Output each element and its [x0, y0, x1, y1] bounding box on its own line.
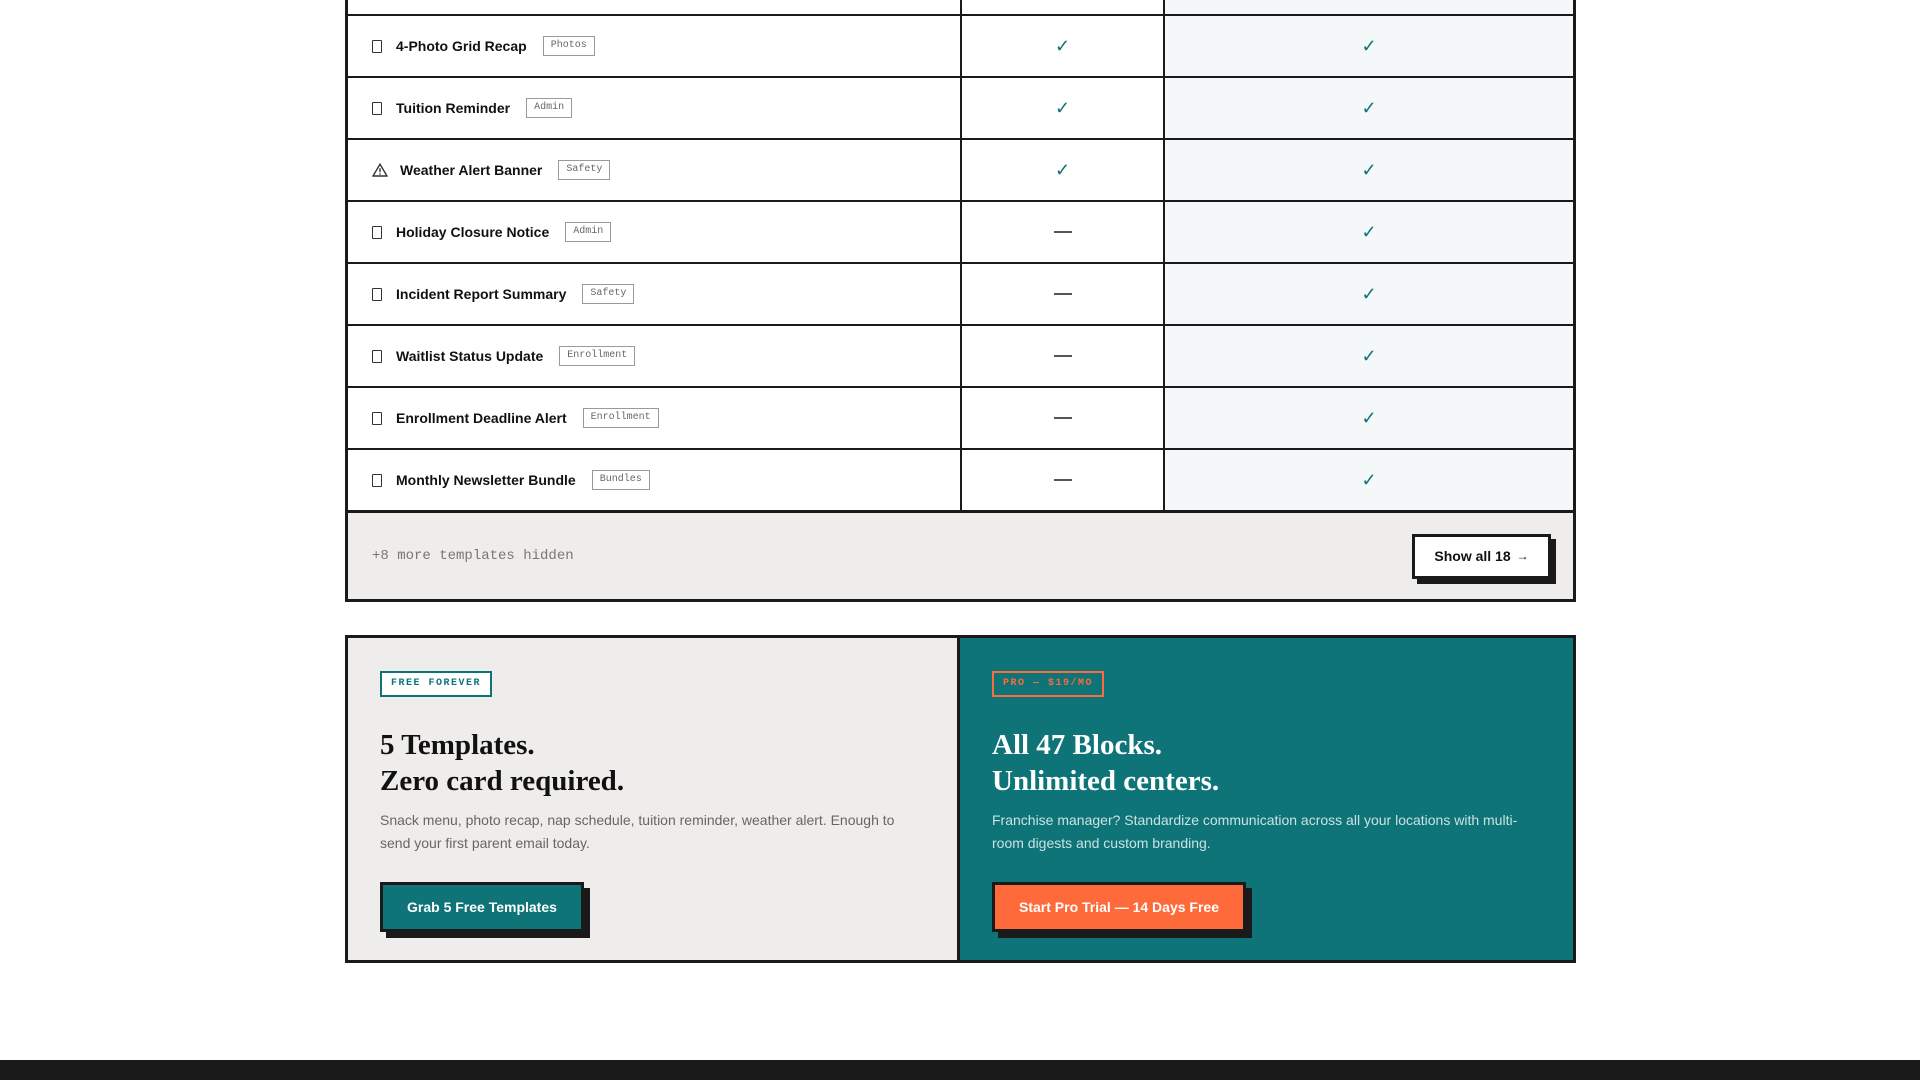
- name-cell: 4-Photo Grid Recap Photos: [348, 16, 962, 76]
- check-icon: ✓: [1361, 408, 1377, 428]
- table-row: Weather Alert Banner Safety ✓ ✓: [348, 140, 1573, 202]
- pro-plan-cell: [1165, 0, 1573, 14]
- start-pro-trial-button[interactable]: Start Pro Trial — 14 Days Free: [992, 882, 1246, 932]
- pro-plan-badge: PRO — $19/MO: [992, 671, 1105, 697]
- pro-plan-heading-line1: All 47 Blocks.: [992, 729, 1162, 761]
- category-tag: Admin: [565, 222, 612, 242]
- dash-icon: [1053, 231, 1072, 233]
- table-row: Incident Report Summary Safety ✓: [348, 264, 1573, 326]
- grab-free-templates-button[interactable]: Grab 5 Free Templates: [380, 882, 584, 932]
- template-rows: 4-Photo Grid Recap Photos ✓ ✓ Tuition Remind…: [348, 16, 1573, 512]
- check-icon: ✓: [1361, 98, 1377, 118]
- dash-icon: [1053, 479, 1072, 481]
- show-all-label: Show all 18: [1434, 548, 1511, 564]
- category-tag: Bundles: [591, 470, 650, 490]
- free-plan-cell: ✓: [962, 78, 1165, 138]
- pro-plan-cell: ✓: [1165, 16, 1573, 76]
- check-icon: ✓: [1361, 346, 1377, 366]
- pro-plan-heading-line2: Unlimited centers.: [992, 765, 1220, 797]
- free-plan-cell: [962, 326, 1165, 386]
- free-plan-cell: [962, 388, 1165, 448]
- dash-icon: [1053, 293, 1072, 295]
- name-cell: [348, 0, 962, 14]
- category-tag: Safety: [558, 160, 611, 180]
- name-cell: Waitlist Status Update Enrollment: [348, 326, 962, 386]
- free-plan-card: FREE FOREVER 5 Templates. Zero card requ…: [348, 638, 960, 960]
- template-name: Holiday Closure Notice: [396, 224, 550, 240]
- check-icon: ✓: [1361, 470, 1377, 490]
- free-plan-description: Snack menu, photo recap, nap schedule, t…: [380, 812, 895, 851]
- pro-plan-card: PRO — $19/MO All 47 Blocks. Unlimited ce…: [960, 638, 1573, 960]
- template-name: Incident Report Summary: [396, 286, 567, 302]
- pro-plan-cell: ✓: [1165, 388, 1573, 448]
- name-cell: Enrollment Deadline Alert Enrollment: [348, 388, 962, 448]
- document-icon: [372, 473, 382, 487]
- template-name: Waitlist Status Update: [396, 348, 544, 364]
- table-row: Enrollment Deadline Alert Enrollment ✓: [348, 388, 1573, 450]
- check-icon: ✓: [1054, 98, 1071, 118]
- free-plan-cell: [962, 0, 1165, 14]
- pro-plan-cell: ✓: [1165, 78, 1573, 138]
- pro-plan-cell: ✓: [1165, 326, 1573, 386]
- category-tag: Enrollment: [559, 346, 636, 366]
- pro-plan-description: Franchise manager? Standardize communica…: [992, 812, 1518, 851]
- category-tag: Safety: [582, 284, 635, 304]
- name-cell: Monthly Newsletter Bundle Bundles: [348, 450, 962, 510]
- table-row: Monthly Newsletter Bundle Bundles ✓: [348, 450, 1573, 512]
- template-name: Enrollment Deadline Alert: [396, 410, 567, 426]
- table-row: Holiday Closure Notice Admin ✓: [348, 202, 1573, 264]
- free-plan-heading: 5 Templates. Zero card required.: [380, 727, 925, 799]
- check-icon: ✓: [1361, 36, 1377, 56]
- name-cell: Tuition Reminder Admin: [348, 78, 962, 138]
- document-icon: [372, 411, 382, 425]
- free-plan-cell: [962, 264, 1165, 324]
- pro-plan-cell: ✓: [1165, 450, 1573, 510]
- name-cell: Incident Report Summary Safety: [348, 264, 962, 324]
- warning-icon: [372, 163, 388, 177]
- free-plan-cell: [962, 450, 1165, 510]
- pro-plan-cell: ✓: [1165, 202, 1573, 262]
- category-tag: Photos: [542, 36, 595, 56]
- table-row: Waitlist Status Update Enrollment ✓: [348, 326, 1573, 388]
- template-name: 4-Photo Grid Recap: [396, 38, 527, 54]
- table-row: 4-Photo Grid Recap Photos ✓ ✓: [348, 16, 1573, 78]
- dash-icon: [1053, 355, 1072, 357]
- free-plan-heading-line2: Zero card required.: [380, 765, 625, 797]
- check-icon: ✓: [1054, 36, 1071, 56]
- show-all-button[interactable]: Show all 18 →: [1412, 533, 1551, 579]
- document-icon: [372, 349, 382, 363]
- category-tag: Enrollment: [582, 408, 659, 428]
- document-icon: [372, 101, 382, 115]
- free-plan-cell: [962, 202, 1165, 262]
- template-comparison-table: 4-Photo Grid Recap Photos ✓ ✓ Tuition Remind…: [345, 0, 1576, 602]
- template-name: Weather Alert Banner: [400, 162, 543, 178]
- free-plan-heading-line1: 5 Templates.: [380, 729, 535, 761]
- pricing-plans: FREE FOREVER 5 Templates. Zero card requ…: [345, 635, 1576, 963]
- table-row: Tuition Reminder Admin ✓ ✓: [348, 78, 1573, 140]
- pro-plan-heading: All 47 Blocks. Unlimited centers.: [992, 727, 1541, 799]
- check-icon: ✓: [1361, 160, 1377, 180]
- hidden-templates-count: +8 more templates hidden: [372, 548, 574, 564]
- free-plan-cell: ✓: [962, 140, 1165, 200]
- arrow-right-icon: →: [1516, 549, 1529, 563]
- name-cell: Weather Alert Banner Safety: [348, 140, 962, 200]
- check-icon: ✓: [1361, 222, 1377, 242]
- name-cell: Holiday Closure Notice Admin: [348, 202, 962, 262]
- table-footer: +8 more templates hidden Show all 18 →: [348, 512, 1573, 602]
- dash-icon: [1053, 417, 1072, 419]
- check-icon: ✓: [1361, 284, 1377, 304]
- template-name: Monthly Newsletter Bundle: [396, 472, 576, 488]
- category-tag: Admin: [526, 98, 573, 118]
- check-icon: ✓: [1054, 160, 1071, 180]
- document-icon: [372, 39, 382, 53]
- page-footer-bar: [0, 1060, 1920, 1080]
- free-plan-cell: ✓: [962, 16, 1165, 76]
- pro-plan-cell: ✓: [1165, 264, 1573, 324]
- free-plan-badge: FREE FOREVER: [380, 671, 493, 697]
- document-icon: [372, 287, 382, 301]
- template-name: Tuition Reminder: [396, 100, 511, 116]
- document-icon: [372, 225, 382, 239]
- pro-plan-cell: ✓: [1165, 140, 1573, 200]
- table-row-partial: [348, 0, 1573, 16]
